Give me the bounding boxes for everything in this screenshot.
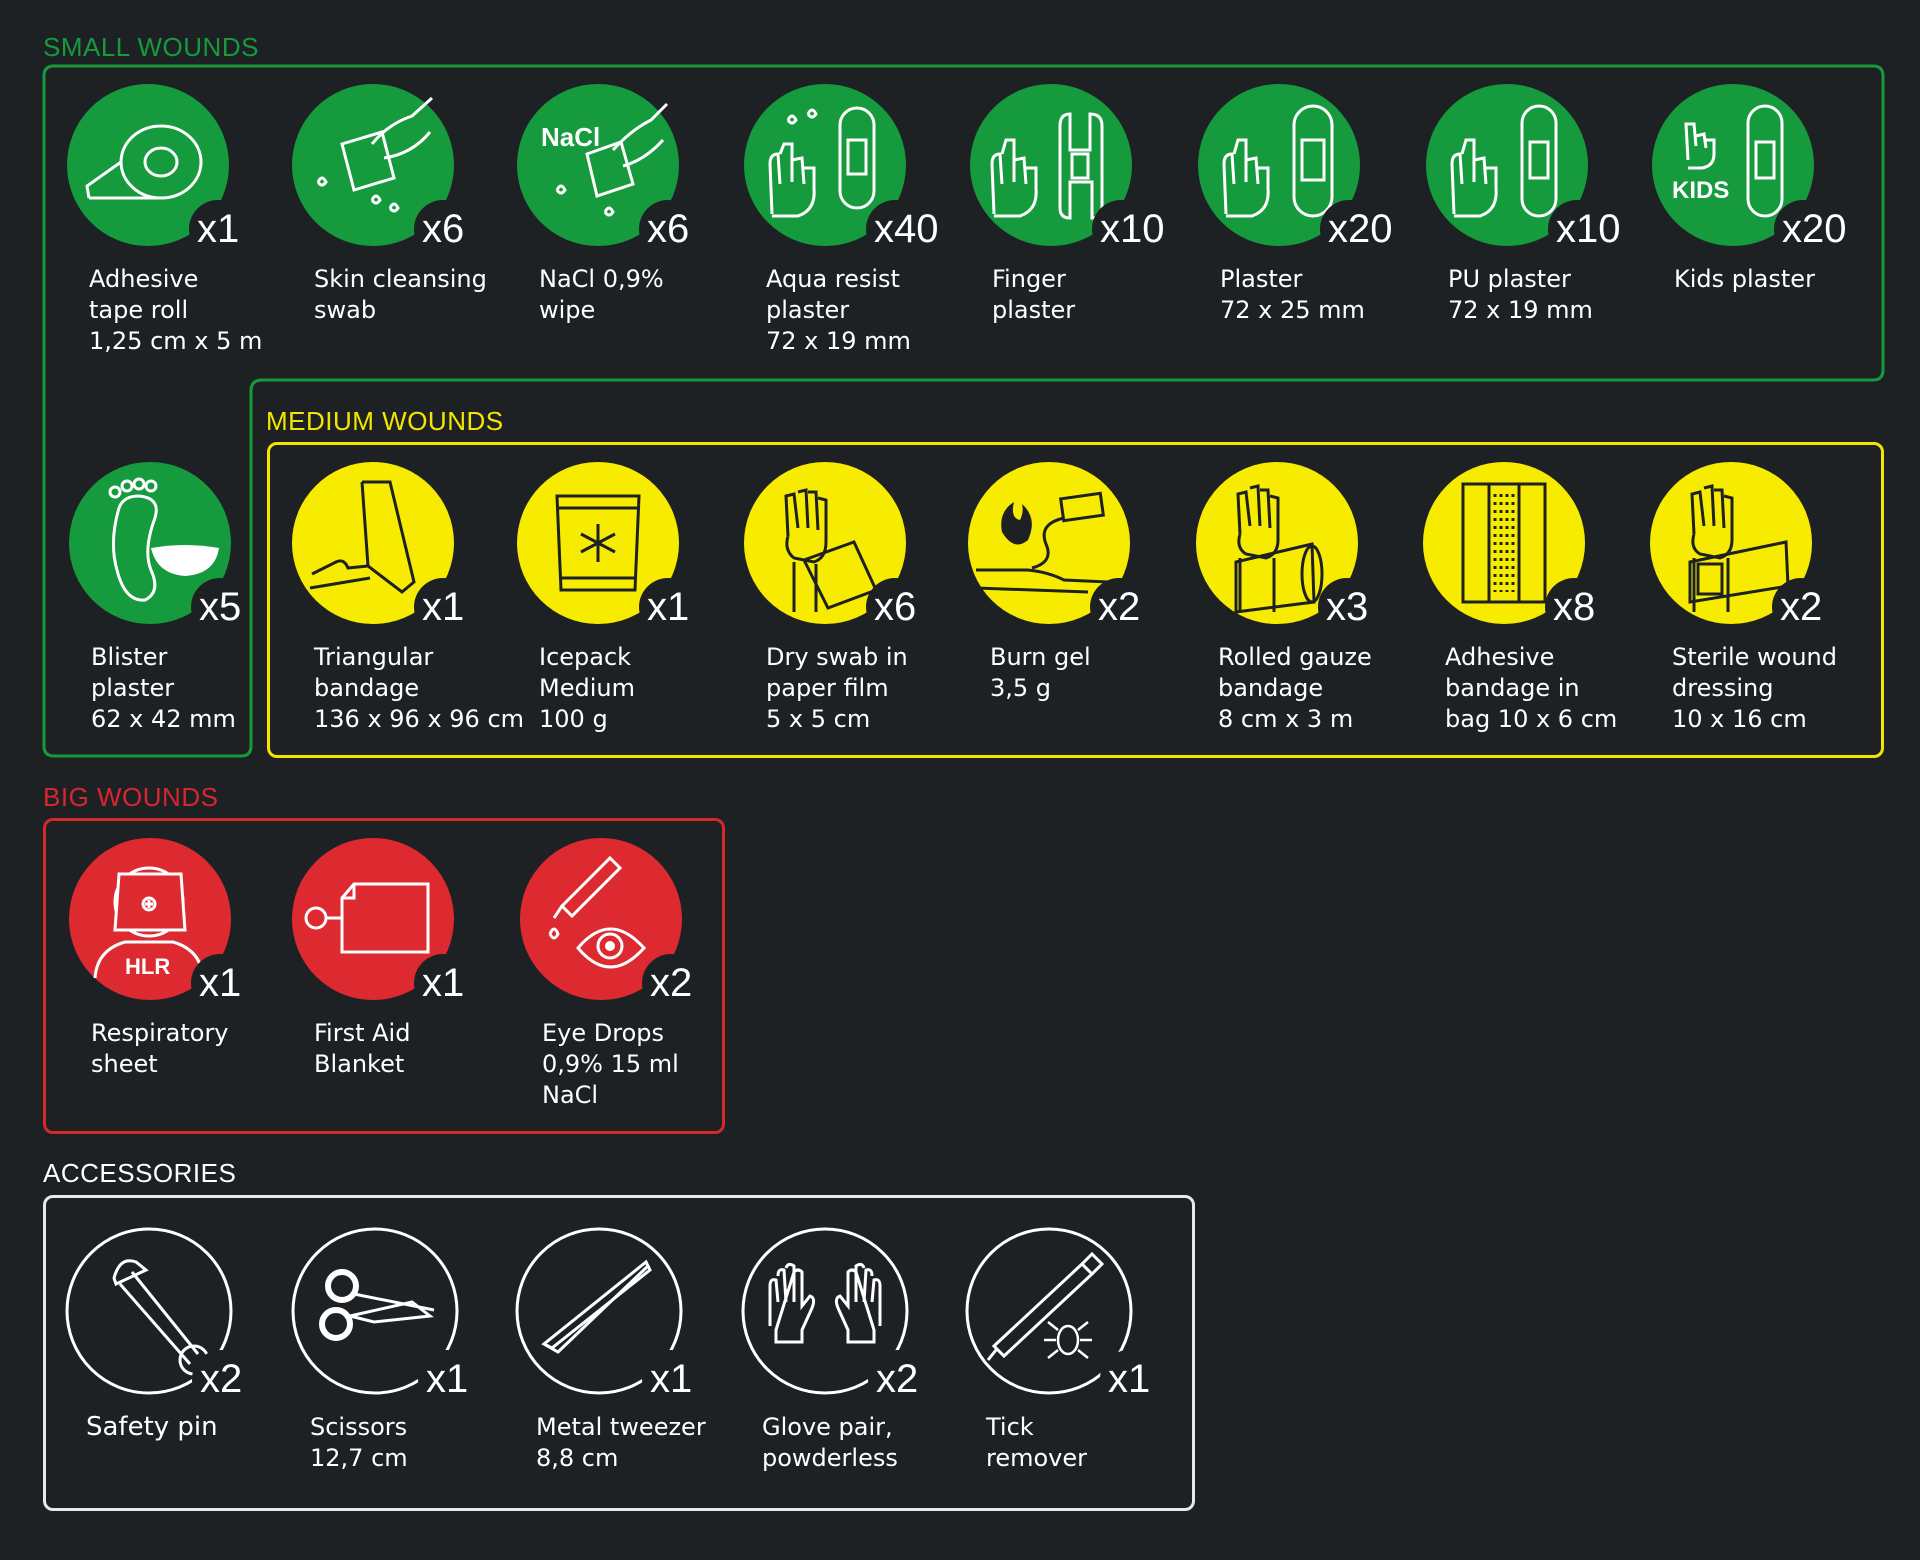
svg-text:HLR: HLR xyxy=(125,954,170,979)
quantity-badge: x1 xyxy=(414,954,473,1012)
quantity-badge: x1 xyxy=(418,1350,477,1408)
item-label: Respiratory sheet xyxy=(91,1019,229,1078)
quantity-badge: x8 xyxy=(1545,578,1604,636)
item-label: Rolled gauze bandage 8 cm x 3 m xyxy=(1218,643,1372,733)
quantity-badge: x10 xyxy=(1548,200,1629,258)
quantity-badge: x1 xyxy=(1100,1350,1159,1408)
item-label: Metal tweezer 8,8 cm xyxy=(536,1413,706,1472)
quantity-badge: x1 xyxy=(414,578,473,636)
item-label: Scissors 12,7 cm xyxy=(310,1413,408,1472)
svg-text:KIDS: KIDS xyxy=(1672,177,1729,204)
quantity-badge: x3 xyxy=(1318,578,1377,636)
item-label: Adhesive tape roll 1,25 cm x 5 m xyxy=(89,265,263,355)
item-label: Finger plaster xyxy=(992,265,1076,324)
quantity-badge: x2 xyxy=(1090,578,1149,636)
item-label: Aqua resist plaster 72 x 19 mm xyxy=(766,265,911,355)
item-label: First Aid Blanket xyxy=(314,1019,411,1078)
quantity-badge: x2 xyxy=(642,954,701,1012)
item-label: Icepack Medium 100 g xyxy=(539,643,635,733)
quantity-badge: x1 xyxy=(189,200,248,258)
svg-text:NaCl: NaCl xyxy=(541,122,600,152)
quantity-badge: x6 xyxy=(414,200,473,258)
item-label: Triangular bandage 136 x 96 x 96 cm xyxy=(314,643,525,733)
quantity-badge: x20 xyxy=(1774,200,1855,258)
quantity-badge: x6 xyxy=(866,578,925,636)
item-label: Skin cleansing swab xyxy=(314,265,487,324)
quantity-badge: x6 xyxy=(639,200,698,258)
item-label: Blister plaster 62 x 42 mm xyxy=(91,643,236,733)
quantity-badge: x2 xyxy=(868,1350,927,1408)
quantity-badge: x1 xyxy=(642,1350,701,1408)
item-label: Kids plaster xyxy=(1674,265,1815,293)
quantity-badge: x20 xyxy=(1320,200,1401,258)
item-label: Plaster 72 x 25 mm xyxy=(1220,265,1365,324)
item-label: Adhesive bandage in bag 10 x 6 cm xyxy=(1445,643,1618,733)
quantity-badge: x40 xyxy=(866,200,947,258)
quantity-badge: x2 xyxy=(1772,578,1831,636)
tick-remover-icon xyxy=(964,1226,1133,1395)
quantity-badge: x2 xyxy=(192,1350,251,1408)
quantity-badge: x1 xyxy=(639,578,698,636)
quantity-badge: x10 xyxy=(1092,200,1173,258)
item-label: Sterile wound dressing 10 x 16 cm xyxy=(1672,643,1837,733)
item-label: Burn gel 3,5 g xyxy=(990,643,1091,702)
quantity-badge: x5 xyxy=(191,578,250,636)
item-label: NaCl 0,9% wipe xyxy=(539,265,664,324)
item-label: PU plaster 72 x 19 mm xyxy=(1448,265,1593,324)
item-label: Eye Drops 0,9% 15 ml NaCl xyxy=(542,1019,679,1109)
item-label: Safety pin xyxy=(86,1412,218,1442)
quantity-badge: x1 xyxy=(191,954,250,1012)
item-label: Tick remover xyxy=(986,1413,1088,1472)
item-label: Glove pair, powderless xyxy=(762,1413,898,1472)
item-label: Dry swab in paper film 5 x 5 cm xyxy=(766,643,908,733)
